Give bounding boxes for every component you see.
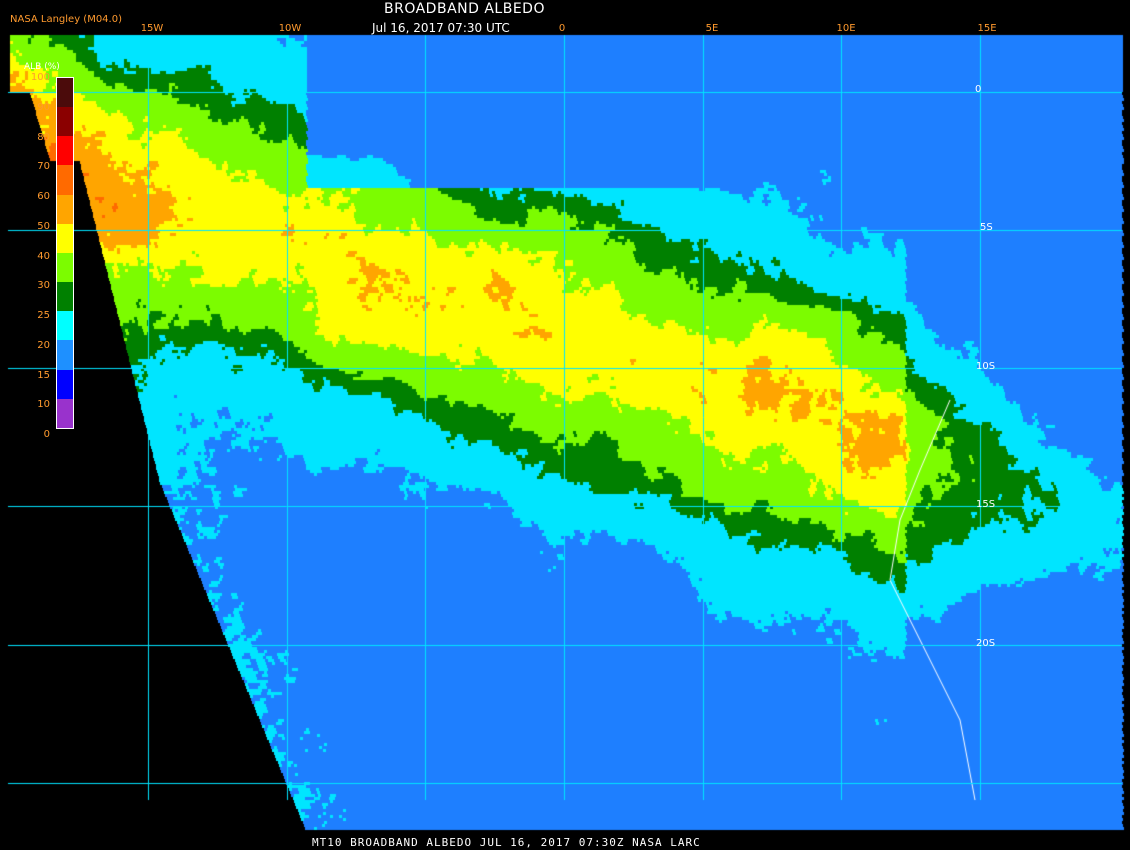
legend-tick-label: 10: [37, 399, 50, 411]
legend-tick-label: 0: [43, 429, 50, 440]
longitude-label-0: 0: [558, 23, 566, 34]
legend-tick-label: 90: [37, 101, 50, 113]
longitude-label-15w: 15W: [140, 23, 164, 34]
legend-tick-label: 15: [37, 369, 50, 381]
legend-tick-label: 20: [37, 339, 50, 351]
longitude-label-10w: 10W: [278, 23, 302, 34]
legend-color-swatch: [57, 340, 73, 370]
agency-brand-label: NASA Langley (M04.0): [10, 14, 122, 25]
legend-color-swatch: [57, 369, 73, 399]
image-timestamp: Jul 16, 2017 07:30 UTC: [372, 21, 510, 35]
legend-tick-label: 80: [37, 131, 50, 143]
latitude-label-10s: 10S: [976, 361, 996, 372]
legend-tick-label: 50: [37, 220, 50, 232]
longitude-label-15e: 15E: [977, 23, 997, 34]
legend-tick-label: 25: [37, 310, 50, 321]
latitude-label-0: 0: [975, 84, 982, 95]
footer-caption: MT10 BROADBAND ALBEDO JUL 16, 2017 07:30…: [312, 836, 701, 849]
legend-color-swatch: [57, 282, 73, 312]
legend-title: ALB (%): [24, 62, 60, 72]
legend-tick-label: 70: [37, 161, 50, 173]
legend-color-swatch: [57, 165, 73, 195]
legend-color-swatch: [57, 252, 73, 283]
longitude-label-10e: 10E: [836, 23, 856, 34]
image-title: BROADBAND ALBEDO: [384, 1, 545, 17]
legend-tick-label: 60: [37, 191, 50, 202]
albedo-satellite-image: [0, 0, 1130, 850]
legend-color-swatch: [57, 107, 73, 137]
legend-color-swatch: [57, 311, 73, 341]
color-scale-bar: [56, 77, 74, 429]
legend-tick-label: 40: [37, 250, 50, 262]
legend-color-swatch: [57, 398, 73, 428]
latitude-label-5s: 5S: [980, 222, 993, 233]
latitude-label-20s: 20S: [976, 638, 996, 649]
legend-tick-label: 30: [37, 280, 50, 292]
longitude-label-5e: 5E: [705, 23, 719, 34]
latitude-label-15s: 15S: [976, 499, 996, 510]
legend-color-swatch: [57, 78, 73, 108]
legend-color-swatch: [57, 136, 73, 166]
legend-color-swatch: [57, 194, 73, 224]
legend-tick-label: 100: [30, 72, 50, 83]
legend-color-swatch: [57, 223, 73, 253]
